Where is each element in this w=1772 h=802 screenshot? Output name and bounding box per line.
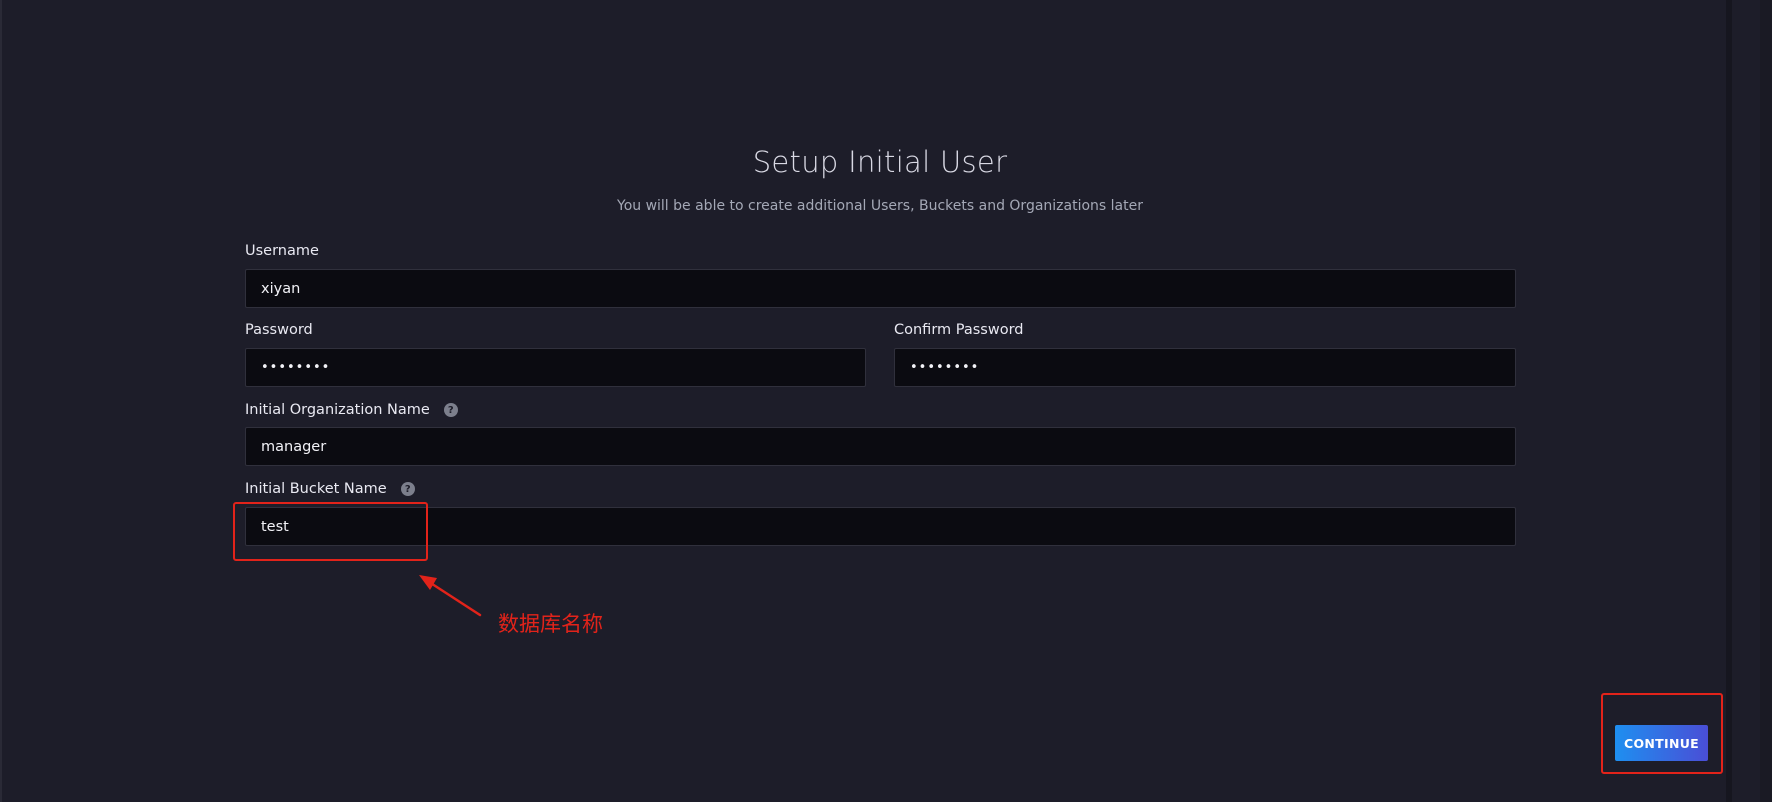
password-label: Password xyxy=(245,322,313,338)
bucket-name-field[interactable] xyxy=(245,507,1516,546)
org-name-input[interactable] xyxy=(246,428,1515,465)
confirm-password-input[interactable] xyxy=(895,349,1515,386)
confirm-password-label: Confirm Password xyxy=(894,322,1024,338)
question-icon[interactable]: ? xyxy=(400,482,415,496)
bucket-name-input[interactable] xyxy=(246,508,1515,545)
username-label: Username xyxy=(245,243,319,259)
org-name-field[interactable] xyxy=(245,427,1516,466)
page-title: Setup Initial User xyxy=(752,145,1008,179)
setup-page: Setup Initial User You will be able to c… xyxy=(0,0,1772,802)
annotation-label: 数据库名称 xyxy=(498,612,603,636)
password-label-text: Password xyxy=(245,322,313,338)
question-icon[interactable]: ? xyxy=(443,403,458,417)
bucket-name-label-text: Initial Bucket Name xyxy=(245,481,387,497)
username-input[interactable] xyxy=(246,270,1515,307)
page-subtitle: You will be able to create additional Us… xyxy=(617,198,1143,214)
org-name-label: Initial Organization Name ? xyxy=(245,402,458,418)
confirm-password-field[interactable] xyxy=(894,348,1516,387)
confirm-password-label-text: Confirm Password xyxy=(894,322,1024,338)
password-input[interactable] xyxy=(246,349,865,386)
continue-button[interactable]: CONTINUE xyxy=(1615,725,1708,761)
scrollbar-track[interactable] xyxy=(1760,0,1772,802)
bucket-name-label: Initial Bucket Name ? xyxy=(245,481,415,497)
right-panel-edge xyxy=(1726,0,1732,802)
left-border xyxy=(0,0,2,802)
org-name-label-text: Initial Organization Name xyxy=(245,402,430,418)
username-label-text: Username xyxy=(245,243,319,259)
password-field[interactable] xyxy=(245,348,866,387)
username-field[interactable] xyxy=(245,269,1516,308)
